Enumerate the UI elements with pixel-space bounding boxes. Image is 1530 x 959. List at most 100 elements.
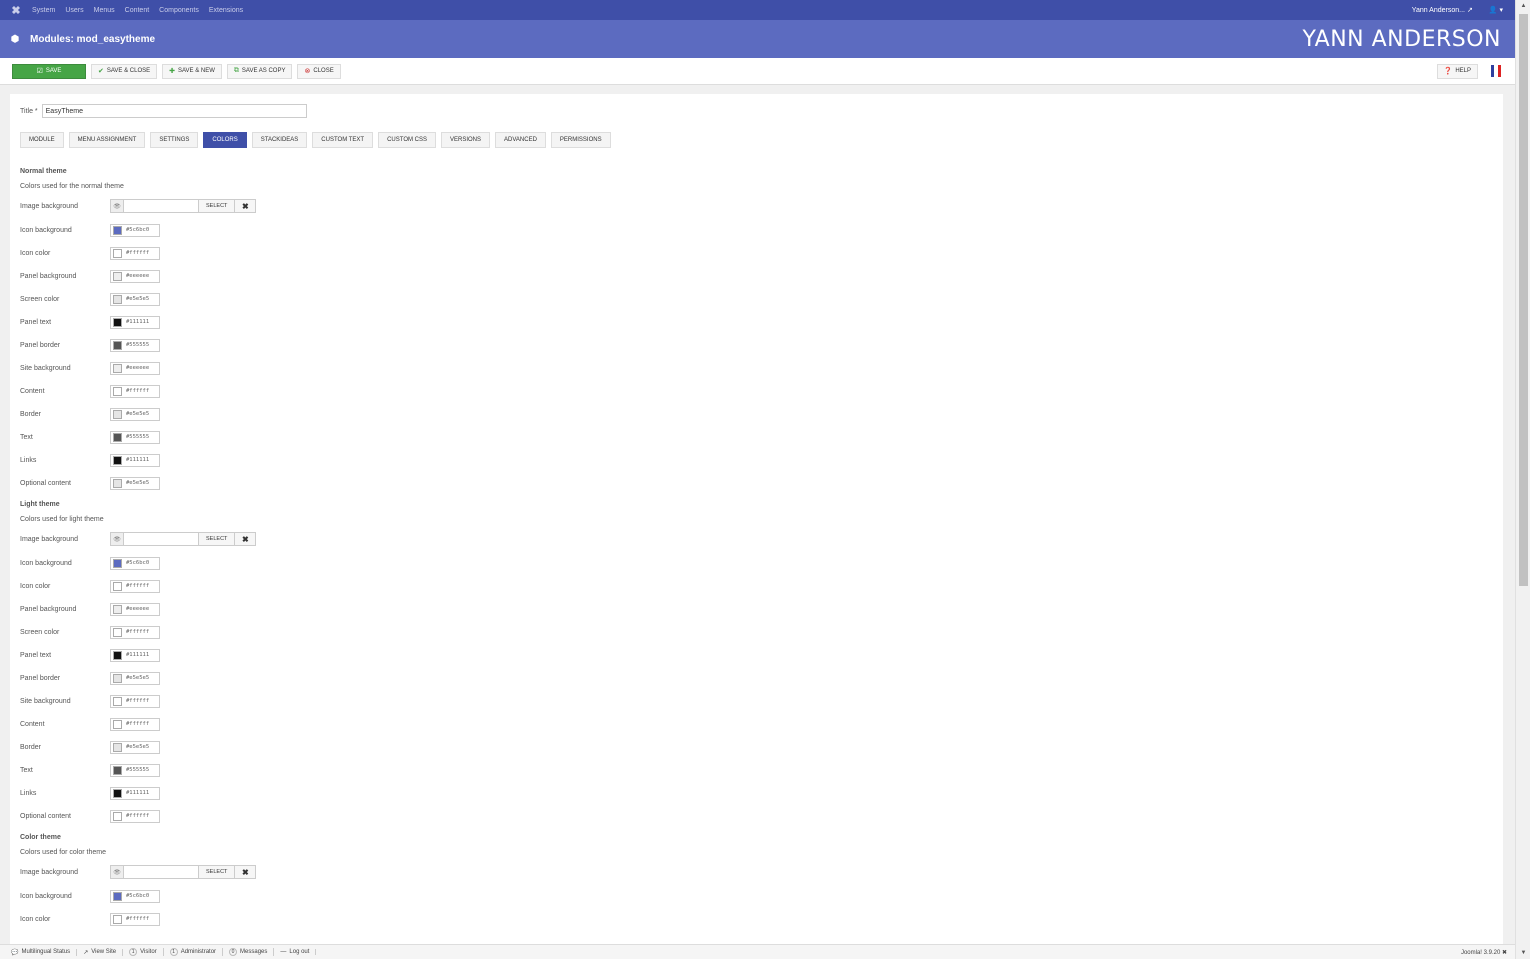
scroll-down-arrow-icon[interactable]: ▼ — [1516, 947, 1530, 959]
select-image-button[interactable]: Select — [199, 865, 236, 879]
menu-item-system[interactable]: System — [32, 7, 55, 14]
eye-preview-icon[interactable]: 👁 — [110, 199, 124, 213]
color-swatch[interactable] — [113, 788, 122, 798]
color-swatch[interactable] — [113, 225, 122, 235]
color-swatch[interactable] — [113, 363, 122, 373]
color-input[interactable]: #5c6bc0 — [110, 556, 160, 570]
color-input[interactable]: #e5e5e5 — [110, 292, 160, 306]
save-close-button[interactable]: ✔ Save & Close — [91, 63, 158, 79]
eye-preview-icon[interactable]: 👁 — [110, 865, 124, 879]
image-path-input[interactable] — [124, 865, 199, 879]
color-swatch[interactable] — [113, 811, 122, 821]
color-swatch[interactable] — [113, 248, 122, 258]
visitors-status[interactable]: 1 Visitor — [123, 948, 164, 956]
menu-item-content[interactable]: Content — [125, 7, 150, 14]
color-swatch[interactable] — [113, 765, 122, 775]
color-swatch[interactable] — [113, 478, 122, 488]
color-swatch[interactable] — [113, 604, 122, 614]
clear-image-button[interactable]: ✖ — [235, 865, 257, 879]
user-site-link[interactable]: Yann Anderson... ↗ — [1412, 6, 1473, 14]
color-swatch[interactable] — [113, 317, 122, 327]
tab-settings[interactable]: Settings — [150, 132, 199, 148]
color-input[interactable]: #111111 — [110, 315, 160, 329]
color-swatch[interactable] — [113, 742, 122, 752]
tab-custom-text[interactable]: Custom Text — [312, 132, 374, 148]
color-swatch[interactable] — [113, 409, 122, 419]
color-input[interactable]: #ffffff — [110, 246, 160, 260]
color-input[interactable]: #555555 — [110, 338, 160, 352]
color-input[interactable]: #111111 — [110, 648, 160, 662]
color-swatch[interactable] — [113, 627, 122, 637]
help-button[interactable]: ❓ Help — [1436, 63, 1478, 79]
color-input[interactable]: #ffffff — [110, 912, 160, 926]
color-input[interactable]: #e5e5e5 — [110, 671, 160, 685]
user-menu-icon[interactable]: 👤 ▾ — [1489, 6, 1503, 14]
color-input[interactable]: #5c6bc0 — [110, 889, 160, 903]
close-button[interactable]: ⊗ Close — [297, 63, 341, 79]
eye-preview-icon[interactable]: 👁 — [110, 532, 124, 546]
tab-colors[interactable]: Colors — [203, 132, 247, 148]
clear-image-button[interactable]: ✖ — [235, 532, 257, 546]
color-input[interactable]: #5c6bc0 — [110, 223, 160, 237]
tab-custom-css[interactable]: Custom CSS — [378, 132, 436, 148]
color-input[interactable]: #eeeeee — [110, 602, 160, 616]
menu-item-menus[interactable]: Menus — [94, 7, 115, 14]
color-input[interactable]: #ffffff — [110, 579, 160, 593]
tab-menu-assignment[interactable]: Menu Assignment — [68, 132, 146, 148]
color-input[interactable]: #ffffff — [110, 809, 160, 823]
color-swatch[interactable] — [113, 696, 122, 706]
color-input[interactable]: #eeeeee — [110, 269, 160, 283]
select-image-button[interactable]: Select — [199, 199, 236, 213]
tab-advanced[interactable]: Advanced — [495, 132, 546, 148]
color-swatch[interactable] — [113, 432, 122, 442]
french-flag-icon[interactable] — [1491, 65, 1501, 77]
color-swatch[interactable] — [113, 271, 122, 281]
color-swatch[interactable] — [113, 914, 122, 924]
scrollbar-thumb[interactable] — [1519, 14, 1528, 586]
logout-link[interactable]: — Log out — [274, 949, 317, 955]
view-site-link[interactable]: ↗ View Site — [77, 948, 124, 956]
color-input[interactable]: #e5e5e5 — [110, 407, 160, 421]
color-swatch[interactable] — [113, 386, 122, 396]
color-input[interactable]: #e5e5e5 — [110, 476, 160, 490]
admins-status[interactable]: 1 Administrator — [164, 948, 224, 956]
color-input[interactable]: #e5e5e5 — [110, 740, 160, 754]
color-swatch[interactable] — [113, 650, 122, 660]
menu-item-components[interactable]: Components — [159, 7, 199, 14]
select-image-button[interactable]: Select — [199, 532, 236, 546]
multilingual-status-link[interactable]: 💬 Multilingual Status — [5, 948, 78, 956]
tab-permissions[interactable]: Permissions — [550, 132, 611, 148]
color-input[interactable]: #eeeeee — [110, 361, 160, 375]
image-path-input[interactable] — [124, 199, 199, 213]
color-input[interactable]: #ffffff — [110, 717, 160, 731]
color-swatch[interactable] — [113, 558, 122, 568]
tab-module[interactable]: Module — [20, 132, 64, 148]
menu-item-extensions[interactable]: Extensions — [209, 7, 243, 14]
color-input[interactable]: #ffffff — [110, 625, 160, 639]
tab-versions[interactable]: Versions — [441, 132, 491, 148]
image-path-input[interactable] — [124, 532, 199, 546]
color-input[interactable]: #555555 — [110, 763, 160, 777]
menu-item-users[interactable]: Users — [65, 7, 83, 14]
color-input[interactable]: #111111 — [110, 453, 160, 467]
save-button[interactable]: ☑ Save — [12, 63, 86, 79]
color-input[interactable]: #555555 — [110, 430, 160, 444]
save-new-button[interactable]: ✚ Save & New — [162, 63, 222, 79]
color-swatch[interactable] — [113, 673, 122, 683]
messages-status[interactable]: 0 Messages — [223, 948, 275, 956]
title-input[interactable]: EasyTheme — [41, 104, 307, 118]
page-scrollbar[interactable]: ▲ ▼ — [1515, 0, 1530, 959]
clear-image-button[interactable]: ✖ — [235, 199, 257, 213]
save-copy-button[interactable]: ⧉ Save as Copy — [226, 63, 293, 79]
color-swatch[interactable] — [113, 719, 122, 729]
color-input[interactable]: #ffffff — [110, 384, 160, 398]
color-input[interactable]: #111111 — [110, 786, 160, 800]
color-swatch[interactable] — [113, 294, 122, 304]
scroll-up-arrow-icon[interactable]: ▲ — [1516, 0, 1530, 12]
color-swatch[interactable] — [113, 455, 122, 465]
joomla-logo-icon[interactable]: ✖ — [0, 4, 32, 17]
color-swatch[interactable] — [113, 581, 122, 591]
tab-stackideas[interactable]: Stackideas — [251, 132, 308, 148]
color-swatch[interactable] — [113, 340, 122, 350]
color-swatch[interactable] — [113, 891, 122, 901]
